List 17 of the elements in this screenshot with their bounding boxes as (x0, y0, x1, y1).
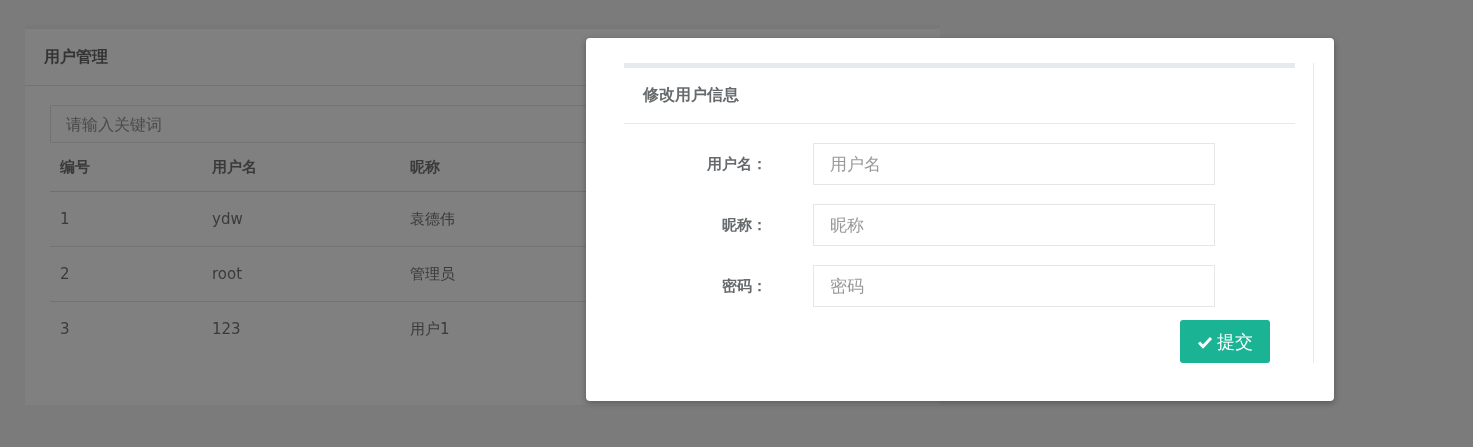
submit-button[interactable]: 提交 (1180, 320, 1270, 363)
field-label: 用户名： (706, 154, 767, 174)
table-cell: root (202, 246, 400, 302)
column-header: 用户名 (202, 143, 400, 192)
table-cell: 1 (50, 191, 202, 247)
table-cell: 2 (50, 246, 202, 302)
table-cell: 123 (202, 301, 400, 356)
column-header: 编号 (50, 143, 202, 192)
input-field[interactable]: 用户名 (813, 143, 1215, 185)
input-field[interactable]: 昵称 (813, 204, 1215, 246)
field-label: 昵称： (721, 215, 767, 235)
table-cell: 3 (50, 301, 202, 356)
dialog-title: 修改用户信息 (643, 85, 739, 106)
panel-title: 用户管理 (44, 46, 108, 68)
input-field[interactable]: 密码 (813, 265, 1215, 307)
field-label: 密码： (721, 276, 767, 296)
table-cell: ydw (202, 191, 400, 247)
